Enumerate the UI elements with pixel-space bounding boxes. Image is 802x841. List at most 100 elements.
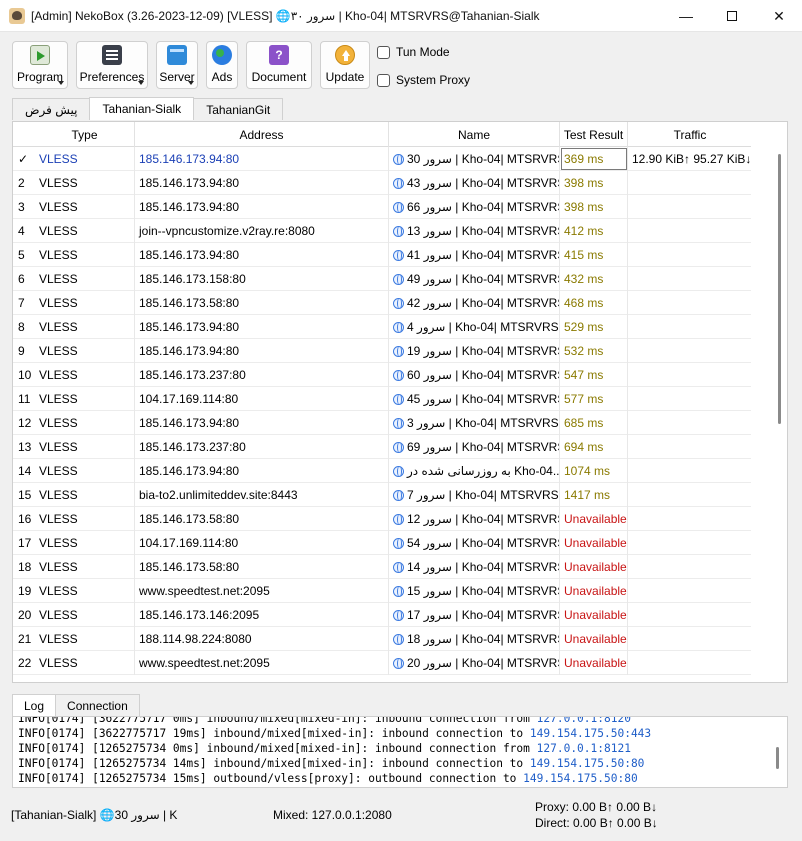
system-proxy-checkbox[interactable]: System Proxy: [377, 73, 470, 87]
row-type: VLESS: [35, 195, 135, 219]
table-scrollbar[interactable]: [751, 122, 787, 682]
table-row[interactable]: 8 VLESS 185.146.173.94:80 سرور 4 | Kho-04| …: [13, 315, 753, 339]
maximize-button[interactable]: [709, 0, 755, 32]
row-address: 185.146.173.94:80: [135, 411, 389, 435]
preferences-button[interactable]: Preferences: [76, 41, 148, 89]
row-address: join--vpncustomize.v2ray.re:8080: [135, 219, 389, 243]
row-type: VLESS: [35, 411, 135, 435]
row-test-result: 468 ms: [560, 291, 628, 315]
table-row[interactable]: 15 VLESS bia-to2.unlimiteddev.site:8443 سرو…: [13, 483, 753, 507]
table-row[interactable]: 3 VLESS 185.146.173.94:80 سرور 66 | Kho-04|…: [13, 195, 753, 219]
table-row[interactable]: 10 VLESS 185.146.173.237:80 سرور 60 | Kho-0…: [13, 363, 753, 387]
tun-mode-checkbox[interactable]: Tun Mode: [377, 45, 450, 59]
maximize-icon: [727, 11, 737, 21]
server-button[interactable]: Server: [156, 41, 198, 89]
table-row[interactable]: 17 VLESS 104.17.169.114:80 سرور 54 | Kho-04…: [13, 531, 753, 555]
tab-connection[interactable]: Connection: [55, 694, 140, 716]
row-index: 15: [18, 488, 32, 502]
row-address: 104.17.169.114:80: [135, 531, 389, 555]
row-name-text: سرور 49 | Kho-04| MTSRVRS: [407, 272, 560, 286]
row-traffic: [628, 603, 753, 627]
table-row[interactable]: 7 VLESS 185.146.173.58:80 سرور 42 | Kho-04|…: [13, 291, 753, 315]
globe-icon: [393, 417, 404, 429]
table-row[interactable]: 6 VLESS 185.146.173.158:80 سرور 49 | Kho-04…: [13, 267, 753, 291]
traffic-header[interactable]: Traffic: [628, 122, 753, 147]
globe-icon: [393, 321, 404, 333]
log-line-text: INFO[0174] [1265275734 14ms] inbound/mix…: [18, 757, 530, 770]
row-address: 185.146.173.58:80: [135, 555, 389, 579]
tab-tahanian-sialk[interactable]: Tahanian-Sialk: [89, 97, 195, 120]
row-name-text: سرور 19 | Kho-04| MTSRVRS: [407, 344, 560, 358]
row-address: 185.146.173.237:80: [135, 363, 389, 387]
row-traffic: [628, 435, 753, 459]
row-index: 7: [18, 296, 25, 310]
row-name: سرور 15 | Kho-04| MTSRVRS: [389, 579, 560, 603]
globe-icon: [393, 177, 404, 189]
program-button[interactable]: Program: [12, 41, 68, 89]
row-name: سرور 13 | Kho-04| MTSRVRS: [389, 219, 560, 243]
row-test-result: 532 ms: [560, 339, 628, 363]
table-row[interactable]: 2 VLESS 185.146.173.94:80 سرور 43 | Kho-04|…: [13, 171, 753, 195]
table-header: Type Address Name Test Result Traffic: [13, 122, 753, 147]
table-row[interactable]: 14 VLESS 185.146.173.94:80 به روزرسانی شده …: [13, 459, 753, 483]
log-line-address: 149.154.175.50:443: [529, 727, 652, 740]
table-row[interactable]: 20 VLESS 185.146.173.146:2095 سرور 17 | Kho…: [13, 603, 753, 627]
table-row[interactable]: 16 VLESS 185.146.173.58:80 سرور 12 | Kho-04…: [13, 507, 753, 531]
row-test-result: 547 ms: [560, 363, 628, 387]
document-button[interactable]: ? Document: [246, 41, 312, 89]
row-test-result: 1417 ms: [560, 483, 628, 507]
row-traffic: [628, 483, 753, 507]
close-icon: ✕: [773, 7, 785, 24]
update-button[interactable]: Update: [320, 41, 370, 89]
tab-tahaniangit[interactable]: TahanianGit: [193, 98, 284, 120]
type-header[interactable]: Type: [35, 122, 135, 147]
dropdown-arrow-icon: [138, 81, 144, 85]
row-address: 185.146.173.58:80: [135, 507, 389, 531]
program-label: Program: [16, 70, 63, 84]
row-traffic: [628, 507, 753, 531]
row-index: 11: [18, 392, 31, 406]
scrollbar-thumb[interactable]: [778, 154, 781, 424]
row-type: VLESS: [35, 243, 135, 267]
table-row[interactable]: 19 VLESS www.speedtest.net:2095 سرور 15 | K…: [13, 579, 753, 603]
log-view[interactable]: INFO[0174] [3622775717 0ms] inbound/mixe…: [12, 716, 788, 788]
log-line-address: 149.154.175.50:80: [523, 772, 638, 785]
row-type: VLESS: [35, 459, 135, 483]
table-row[interactable]: 13 VLESS 185.146.173.237:80 سرور 69 | Kho-0…: [13, 435, 753, 459]
row-traffic: [628, 315, 753, 339]
row-name: سرور 4 | Kho-04| MTSRVRS: [389, 315, 560, 339]
log-scrollbar-thumb[interactable]: [776, 747, 779, 769]
row-traffic: [628, 339, 753, 363]
table-row[interactable]: 9 VLESS 185.146.173.94:80 سرور 19 | Kho-04|…: [13, 339, 753, 363]
row-name-text: سرور 45 | Kho-04| MTSRVRS: [407, 392, 560, 406]
table-row[interactable]: 4 VLESS join--vpncustomize.v2ray.re:8080 سر…: [13, 219, 753, 243]
table-row[interactable]: 21 VLESS 188.114.98.224:8080 سرور 18 | Kho-…: [13, 627, 753, 651]
tab-log[interactable]: Log: [12, 694, 57, 716]
test-result-header[interactable]: Test Result: [560, 122, 628, 147]
row-index: 12: [18, 416, 32, 430]
address-header[interactable]: Address: [135, 122, 389, 147]
row-name-text: سرور 3 | Kho-04| MTSRVRS: [407, 416, 559, 430]
row-name-text: سرور 14 | Kho-04| MTSRVRS: [407, 560, 560, 574]
minimize-button[interactable]: —: [663, 0, 709, 32]
table-row[interactable]: ✓ VLESS 185.146.173.94:80 سرور 30 | Kho-04|…: [13, 147, 753, 171]
row-index: 10: [18, 368, 32, 382]
row-type: VLESS: [35, 387, 135, 411]
row-traffic: [628, 243, 753, 267]
table-row[interactable]: 12 VLESS 185.146.173.94:80 سرور 3 | Kho-04|…: [13, 411, 753, 435]
row-name: سرور 42 | Kho-04| MTSRVRS: [389, 291, 560, 315]
log-line-address: 127.0.0.1:8121: [536, 742, 631, 755]
table-row[interactable]: 22 VLESS www.speedtest.net:2095 سرور 20 | K…: [13, 651, 753, 675]
globe-icon: [393, 273, 404, 285]
ads-button[interactable]: Ads: [206, 41, 238, 89]
close-button[interactable]: ✕: [756, 0, 802, 32]
table-row[interactable]: 18 VLESS 185.146.173.58:80 سرور 14 | Kho-04…: [13, 555, 753, 579]
row-address: 185.146.173.94:80: [135, 459, 389, 483]
row-index: 17: [18, 536, 32, 550]
table-row[interactable]: 5 VLESS 185.146.173.94:80 سرور 41 | Kho-04|…: [13, 243, 753, 267]
row-test-result: 577 ms: [560, 387, 628, 411]
table-row[interactable]: 11 VLESS 104.17.169.114:80 سرور 45 | Kho-04…: [13, 387, 753, 411]
name-header[interactable]: Name: [389, 122, 560, 147]
row-index: 18: [18, 560, 32, 574]
tab-default[interactable]: پیش فرض: [12, 98, 91, 120]
